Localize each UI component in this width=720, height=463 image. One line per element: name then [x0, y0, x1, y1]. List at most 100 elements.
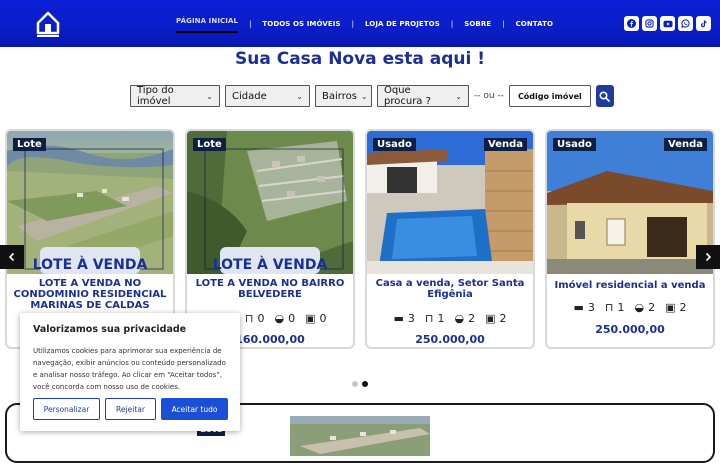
property-title[interactable]: Imóvel residencial a venda [553, 280, 707, 291]
garages-count: 0 [288, 312, 296, 325]
carousel-dot-1[interactable] [352, 381, 358, 387]
bath-icon: ⊓ [604, 301, 614, 314]
suites-count: 2 [679, 301, 687, 314]
bath-icon: ⊓ [244, 312, 254, 325]
suites-count: 2 [499, 312, 507, 325]
suites: ▣ 2 [665, 301, 686, 314]
purpose-select[interactable]: Oque procura ? ⌄ [377, 85, 469, 107]
bath-icon: ⊓ [424, 312, 434, 325]
purpose-value: Oque procura ? [384, 85, 431, 107]
nav-about[interactable]: SOBRE [464, 20, 491, 28]
property-type-value: Tipo do imóvel [137, 85, 174, 107]
status-badge: Lote [13, 138, 46, 151]
chevron-down-icon: ⌄ [455, 91, 462, 101]
nav-all-properties[interactable]: TODOS OS IMÓVEIS [262, 20, 340, 28]
bed-icon: ▬ [393, 312, 404, 325]
car-icon: ◒ [274, 312, 285, 325]
property-code-input[interactable]: Código imóvel [508, 85, 591, 107]
instagram-icon[interactable] [642, 16, 657, 31]
property-type-select[interactable]: Tipo do imóvel ⌄ [130, 85, 220, 107]
or-separator: -- ou -- [474, 91, 504, 101]
chevron-down-icon: ⌄ [360, 91, 368, 101]
nav-separator: | [351, 20, 354, 28]
accept-all-button[interactable]: Aceitar tudo [161, 398, 228, 420]
hero-title: Sua Casa Nova esta aqui ! [235, 49, 485, 69]
cookie-title: Valorizamos sua privacidade [33, 324, 187, 335]
garages: ◒ 0 [274, 312, 295, 325]
bedrooms-count: 3 [587, 301, 595, 314]
property-card[interactable]: Usado Venda Imóvel residencial a venda ▬… [545, 129, 715, 349]
site-header: PÁGINA INICIAL | TODOS OS IMÓVEIS | LOJA… [0, 0, 720, 47]
property-title[interactable]: Casa a venda, Setor Santa Efigênia [373, 278, 527, 300]
property-photo: LOTE À VENDA [7, 131, 173, 274]
bathrooms: ⊓ 1 [605, 301, 625, 314]
customize-button[interactable]: Personalizar [33, 398, 100, 420]
property-features: ▬ 3 ⊓ 1 ◒ 2 ▣ 2 [547, 301, 713, 314]
carousel-dot-2[interactable] [362, 381, 368, 387]
suites: ▣ 2 [485, 312, 506, 325]
toilet-icon: ▣ [305, 312, 316, 325]
chevron-down-icon: ⌄ [206, 91, 213, 101]
bathrooms-count: 1 [617, 301, 625, 314]
search-icon [599, 90, 611, 102]
nav-project-store[interactable]: LOJA DE PROJETOS [365, 20, 440, 28]
whatsapp-icon[interactable] [678, 16, 693, 31]
property-title[interactable]: LOTE A VENDA NO BAIRRO BELVEDERE [193, 278, 347, 300]
featured-photo[interactable] [290, 416, 430, 456]
garages-count: 2 [648, 301, 656, 314]
bathrooms-count: 1 [437, 312, 445, 325]
house-logo-icon [36, 11, 60, 37]
condition-badge: Usado [553, 138, 596, 151]
nav-separator: | [502, 20, 505, 28]
carousel-pagination [352, 381, 368, 387]
cookie-actions: Personalizar Rejeitar Aceitar tudo [33, 398, 228, 420]
status-badge: Lote [193, 138, 226, 151]
neighborhood-select[interactable]: Bairros ⌄ [315, 85, 372, 107]
facebook-icon[interactable] [624, 16, 639, 31]
card-overlay-text: LOTE À VENDA [213, 256, 328, 273]
bed-icon: ▬ [573, 301, 584, 314]
listing-type-badge: Venda [664, 138, 707, 151]
property-price: 250.000,00 [415, 333, 485, 346]
neighborhood-value: Bairros [322, 90, 357, 102]
property-photo [547, 131, 713, 274]
cookie-consent-banner: Valorizamos sua privacidade Utilizamos c… [20, 313, 240, 431]
city-select[interactable]: Cidade ⌄ [225, 85, 310, 107]
nav-separator: | [450, 20, 454, 28]
reject-button[interactable]: Rejeitar [105, 398, 156, 420]
tiktok-icon[interactable] [696, 16, 711, 31]
search-filters: Tipo do imóvel ⌄ Cidade ⌄ Bairros ⌄ Oque… [130, 85, 614, 107]
social-links [624, 16, 711, 31]
nav-contact[interactable]: CONTATO [516, 20, 553, 28]
toilet-icon: ▣ [665, 301, 676, 314]
site-logo[interactable] [34, 9, 62, 39]
cookie-text: Utilizamos cookies para aprimorar sua ex… [33, 347, 226, 391]
nav-home[interactable]: PÁGINA INICIAL [176, 17, 239, 33]
youtube-icon[interactable] [660, 16, 675, 31]
city-value: Cidade [232, 90, 267, 102]
bathrooms: ⊓ 0 [245, 312, 265, 325]
property-features: ▬ 3 ⊓ 1 ◒ 2 ▣ 2 [367, 312, 533, 325]
toilet-icon: ▣ [485, 312, 496, 325]
bedrooms: ▬ 3 [393, 312, 414, 325]
carousel-prev-button[interactable] [0, 245, 24, 269]
search-button[interactable] [595, 85, 614, 107]
chevron-down-icon: ⌄ [296, 91, 303, 101]
suites: ▣ 0 [305, 312, 326, 325]
bedrooms: ▬ 3 [573, 301, 594, 314]
property-price: 250.000,00 [595, 323, 665, 336]
bathrooms: ⊓ 1 [425, 312, 445, 325]
carousel-next-button[interactable] [696, 245, 720, 269]
listing-type-badge: Venda [484, 138, 527, 151]
suites-count: 0 [319, 312, 327, 325]
main-nav: PÁGINA INICIAL | TODOS OS IMÓVEIS | LOJA… [176, 15, 553, 33]
property-card[interactable]: Usado Venda Casa a venda, Setor Santa Ef… [365, 129, 535, 349]
car-icon: ◒ [634, 301, 645, 314]
property-photo [367, 131, 533, 274]
garages: ◒ 2 [454, 312, 475, 325]
garages-count: 2 [468, 312, 476, 325]
chevron-left-icon [8, 252, 15, 262]
car-icon: ◒ [454, 312, 465, 325]
property-title[interactable]: LOTE A VENDA NO CONDOMINIO RESIDENCIAL M… [13, 278, 167, 311]
bathrooms-count: 0 [257, 312, 265, 325]
